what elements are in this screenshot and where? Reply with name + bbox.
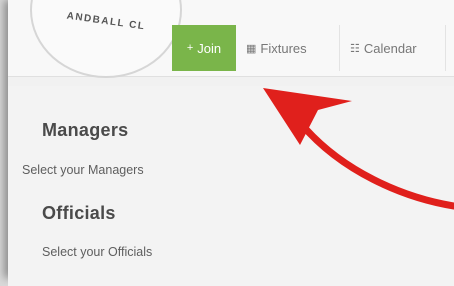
club-logo[interactable]: ANDBALL CL xyxy=(30,0,182,78)
logo-text: ANDBALL CL xyxy=(65,10,147,33)
join-label: Join xyxy=(197,40,222,56)
header-bar: ANDBALL CL + Join ▦ Fixtures ☷ Calendar xyxy=(8,0,454,78)
calendar-label: Calendar xyxy=(363,40,417,56)
calendar-button[interactable]: ☷ Calendar xyxy=(340,25,446,71)
list-icon: ▦ xyxy=(246,42,257,55)
managers-subtitle[interactable]: Select your Managers xyxy=(22,163,144,177)
list-lines-icon: ☷ xyxy=(350,42,360,55)
plus-icon: + xyxy=(186,42,194,54)
fixtures-label: Fixtures xyxy=(260,40,307,56)
main-content: Managers Select your Managers Officials … xyxy=(8,86,454,286)
managers-title: Managers xyxy=(42,120,129,140)
main-nav: + Join ▦ Fixtures ☷ Calendar xyxy=(172,25,446,71)
fixtures-button[interactable]: ▦ Fixtures xyxy=(236,25,340,71)
join-button[interactable]: + Join xyxy=(172,25,236,71)
officials-subtitle[interactable]: Select your Officials xyxy=(42,245,152,259)
page-frame: ANDBALL CL + Join ▦ Fixtures ☷ Calendar … xyxy=(8,0,454,286)
officials-title: Officials xyxy=(42,203,116,223)
